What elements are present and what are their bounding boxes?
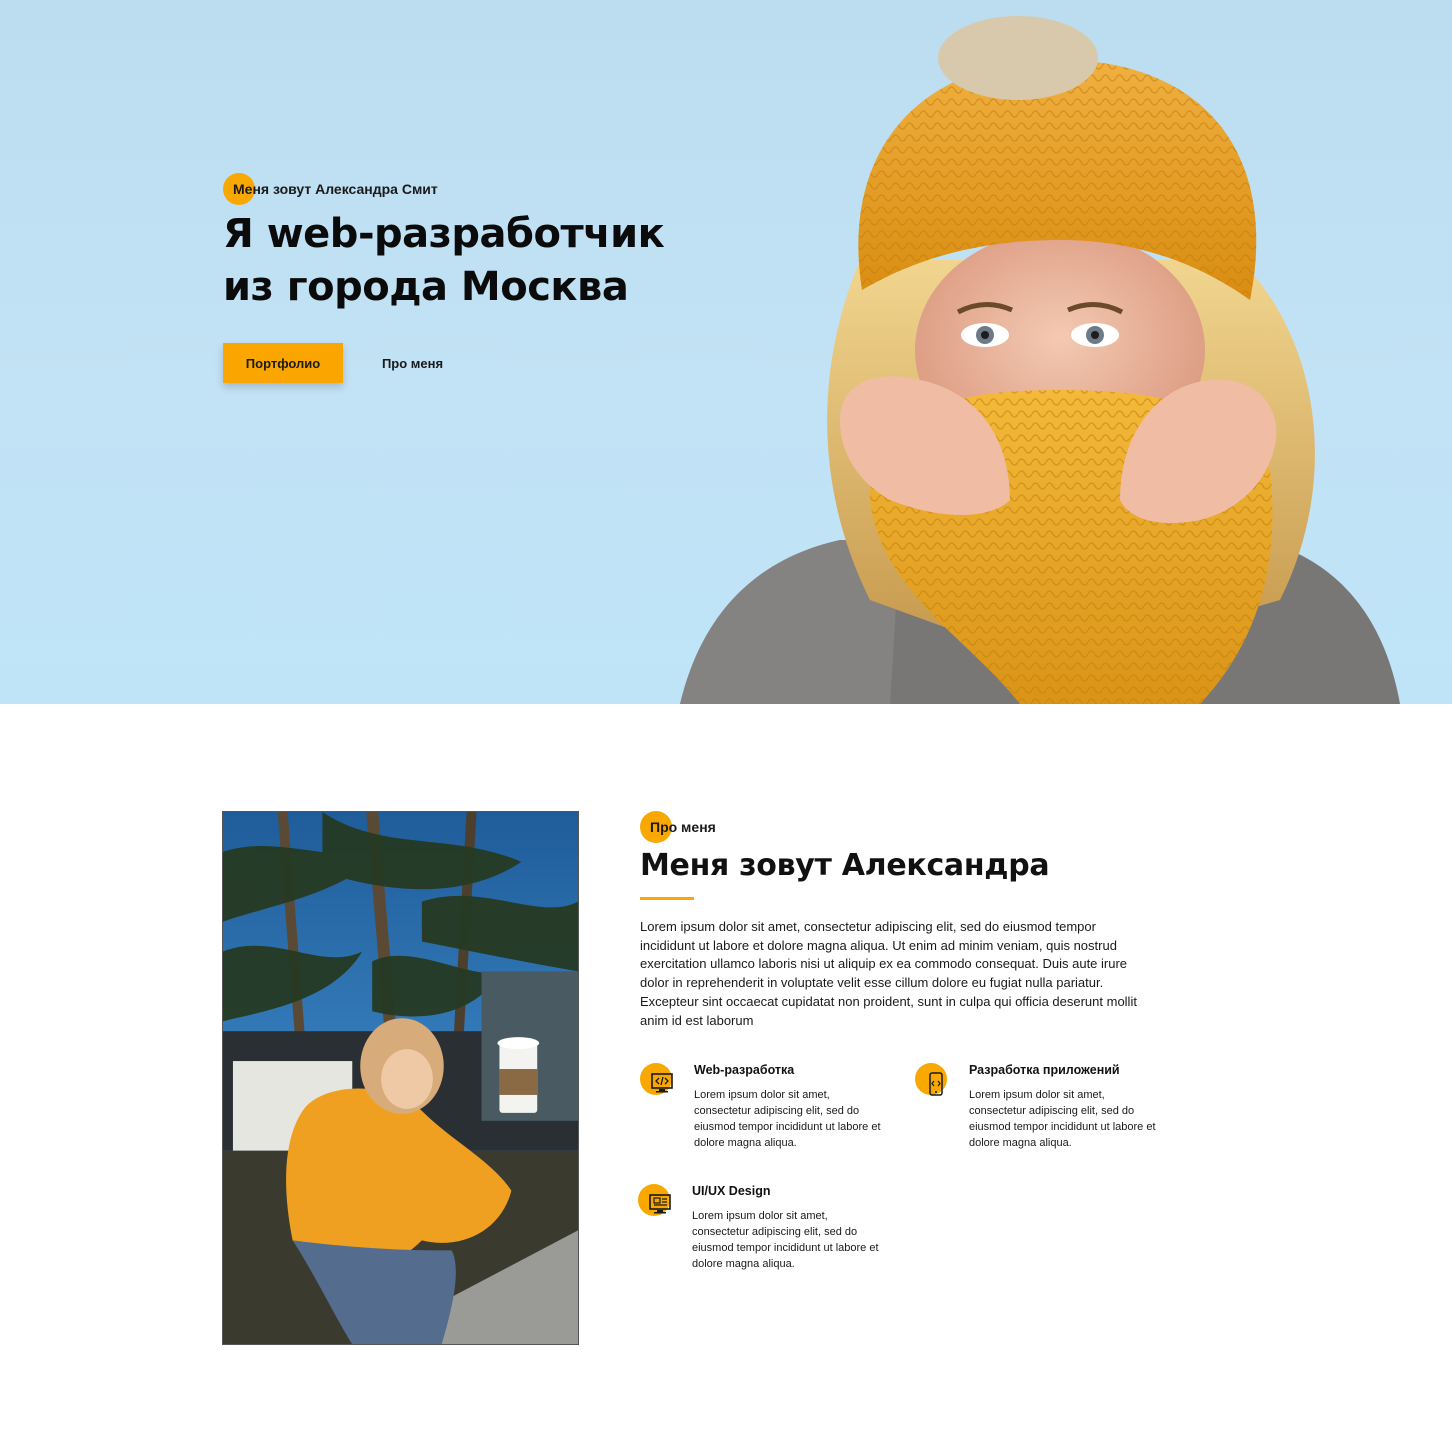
service-description: Lorem ipsum dolor sit amet, consectetur … <box>969 1089 1156 1149</box>
monitor-code-icon <box>640 1063 674 1097</box>
service-title: UI/UX Design <box>692 1184 771 1198</box>
design-screen-icon <box>638 1184 672 1218</box>
service-title: Разработка приложений <box>969 1063 1120 1077</box>
service-description: Lorem ipsum dolor sit amet, consectetur … <box>694 1089 881 1149</box>
hero-eyebrow-text: Меня зовут Александра Смит <box>233 181 438 197</box>
service-description: Lorem ipsum dolor sit amet, consectetur … <box>692 1210 879 1270</box>
about-eyebrow: Про меня <box>640 811 716 843</box>
about-photo-image <box>222 811 579 1345</box>
portfolio-button[interactable]: Портфолио <box>223 343 343 383</box>
service-title: Web-разработка <box>694 1063 795 1077</box>
about-me-button[interactable]: Про меня <box>370 343 455 383</box>
title-underline <box>640 897 694 900</box>
hero-title: Я web-разработчик из города Москва <box>223 208 783 314</box>
about-paragraph: Lorem ipsum dolor sit amet, consectetur … <box>640 919 1137 1028</box>
about-title: Меня зовут Александра <box>640 848 1050 883</box>
hero-section: Меня зовут Александра Смит Я web-разрабо… <box>0 0 1452 704</box>
hero-portrait-image <box>680 16 1400 704</box>
mobile-code-icon <box>915 1063 949 1097</box>
hero-title-line-2: из города Москва <box>223 264 629 310</box>
hero-eyebrow: Меня зовут Александра Смит <box>223 173 438 205</box>
about-eyebrow-text: Про меня <box>650 819 716 835</box>
hero-title-line-1: Я web-разработчик <box>223 211 665 257</box>
